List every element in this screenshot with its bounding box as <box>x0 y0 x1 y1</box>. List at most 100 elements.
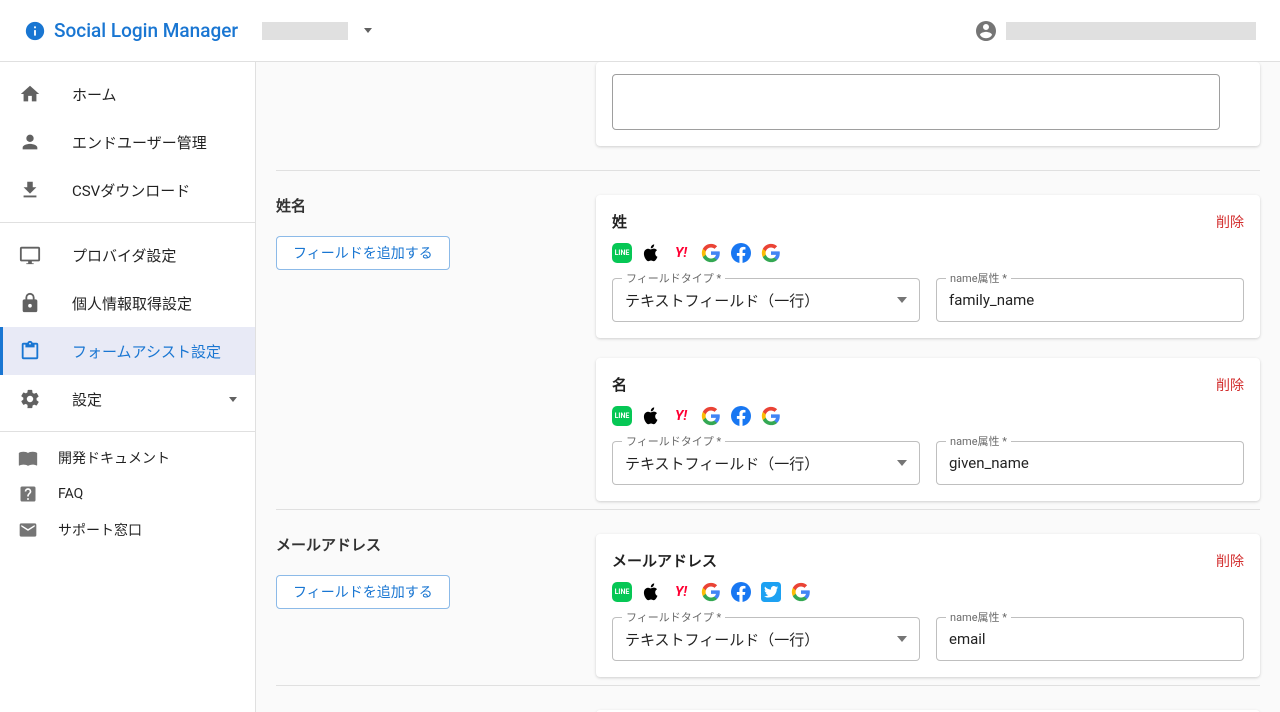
yahoo-icon: Y! <box>670 581 692 603</box>
tenant-switcher[interactable] <box>262 22 372 40</box>
add-field-button[interactable]: フィールドを追加する <box>276 575 450 609</box>
mail-icon <box>18 520 38 540</box>
chevron-down-icon <box>897 460 907 466</box>
field-label: name属性 * <box>946 609 1011 625</box>
select-value: テキストフィールド（一行） <box>625 290 819 311</box>
apple-icon <box>640 405 662 427</box>
text-input[interactable] <box>612 74 1220 130</box>
google-icon <box>700 242 722 264</box>
google-icon <box>700 581 722 603</box>
google-icon <box>790 581 812 603</box>
sidebar-item-label: 個人情報取得設定 <box>72 293 237 314</box>
sidebar-item-pii[interactable]: 個人情報取得設定 <box>0 279 255 327</box>
card-title: メールアドレス <box>612 550 717 571</box>
tenant-name-placeholder <box>262 22 348 40</box>
facebook-icon <box>730 405 752 427</box>
chevron-down-icon <box>897 297 907 303</box>
sidebar-item-label: エンドユーザー管理 <box>72 132 237 153</box>
account-circle-icon <box>974 19 998 43</box>
delete-button[interactable]: 削除 <box>1216 375 1244 395</box>
name-attr-input[interactable]: name属性 * email <box>936 617 1244 661</box>
help-icon <box>18 484 38 504</box>
line-icon: LINE <box>612 582 632 602</box>
monitor-icon <box>18 243 42 267</box>
google-icon <box>700 405 722 427</box>
sidebar-item-label: プロバイダ設定 <box>72 245 237 266</box>
card-title: 名 <box>612 374 627 395</box>
google-icon <box>760 405 782 427</box>
field-card-family-name: 姓 削除 LINE Y! フィールドタイプ * テキストフィールド（一行） nam… <box>596 195 1260 338</box>
section-title: メールアドレス <box>276 534 596 555</box>
apple-icon <box>640 242 662 264</box>
lock-icon <box>18 291 42 315</box>
sidebar-item-label: ホーム <box>72 84 237 105</box>
line-icon: LINE <box>612 243 632 263</box>
sidebar-item-provider[interactable]: プロバイダ設定 <box>0 231 255 279</box>
sidebar-item-faq[interactable]: FAQ <box>0 476 255 512</box>
sidebar-item-label: サポート窓口 <box>58 520 237 540</box>
sidebar-item-formassist[interactable]: フォームアシスト設定 <box>0 327 255 375</box>
field-label: フィールドタイプ * <box>622 270 725 286</box>
select-value: テキストフィールド（一行） <box>625 629 819 650</box>
sidebar-item-support[interactable]: サポート窓口 <box>0 512 255 548</box>
home-icon <box>18 82 42 106</box>
sidebar-item-label: CSVダウンロード <box>72 180 237 201</box>
sidebar: ホーム エンドユーザー管理 CSVダウンロード プロバイダ設定 個人情報取得設定 <box>0 62 256 712</box>
sidebar-item-csv[interactable]: CSVダウンロード <box>0 166 255 214</box>
select-value: テキストフィールド（一行） <box>625 453 819 474</box>
app-title: Social Login Manager <box>54 19 238 42</box>
input-value: given_name <box>949 454 1029 472</box>
name-attr-input[interactable]: name属性 * family_name <box>936 278 1244 322</box>
field-type-select[interactable]: フィールドタイプ * テキストフィールド（一行） <box>612 278 920 322</box>
chevron-down-icon <box>897 636 907 642</box>
field-type-select[interactable]: フィールドタイプ * テキストフィールド（一行） <box>612 617 920 661</box>
user-menu[interactable] <box>974 19 1256 43</box>
sidebar-item-label: 開発ドキュメント <box>58 448 237 468</box>
facebook-icon <box>730 242 752 264</box>
section-name: 姓名 フィールドを追加する 姓 削除 LINE Y! フィールドタイプ * テキス… <box>276 170 1260 509</box>
apple-icon <box>640 581 662 603</box>
person-icon <box>18 130 42 154</box>
chevron-down-icon <box>364 28 372 33</box>
chevron-down-icon <box>229 397 237 402</box>
field-card-email: メールアドレス 削除 LINE Y! フィールドタイプ * テキストフィールド（一… <box>596 534 1260 677</box>
sidebar-item-endusers[interactable]: エンドユーザー管理 <box>0 118 255 166</box>
google-icon <box>760 242 782 264</box>
provider-icons: LINE Y! <box>612 242 1244 264</box>
info-icon <box>24 20 46 42</box>
sidebar-item-settings[interactable]: 設定 <box>0 375 255 423</box>
field-label: フィールドタイプ * <box>622 609 725 625</box>
header-brand[interactable]: Social Login Manager <box>24 19 238 42</box>
field-card-given-name: 名 削除 LINE Y! フィールドタイプ * テキストフィールド（一行） nam… <box>596 358 1260 501</box>
add-field-button[interactable]: フィールドを追加する <box>276 236 450 270</box>
card-title: 姓 <box>612 211 627 232</box>
book-icon <box>18 448 38 468</box>
section-next <box>276 685 1260 712</box>
field-label: name属性 * <box>946 270 1011 286</box>
section-title: 姓名 <box>276 195 596 216</box>
twitter-icon <box>760 581 782 603</box>
user-name-placeholder <box>1006 22 1256 40</box>
previous-field-card <box>596 62 1260 146</box>
nav-group-3: 開発ドキュメント FAQ サポート窓口 <box>0 432 255 556</box>
section-email: メールアドレス フィールドを追加する メールアドレス 削除 LINE Y! フィー… <box>276 509 1260 685</box>
provider-icons: LINE Y! <box>612 405 1244 427</box>
delete-button[interactable]: 削除 <box>1216 551 1244 571</box>
line-icon: LINE <box>612 406 632 426</box>
field-label: フィールドタイプ * <box>622 433 725 449</box>
input-value: family_name <box>949 291 1034 309</box>
sidebar-item-label: 設定 <box>72 389 199 410</box>
gear-icon <box>18 387 42 411</box>
sidebar-item-devdocs[interactable]: 開発ドキュメント <box>0 440 255 476</box>
sidebar-item-home[interactable]: ホーム <box>0 70 255 118</box>
delete-button[interactable]: 削除 <box>1216 212 1244 232</box>
input-value: email <box>949 630 986 648</box>
clipboard-icon <box>18 339 42 363</box>
name-attr-input[interactable]: name属性 * given_name <box>936 441 1244 485</box>
main-content: 姓名 フィールドを追加する 姓 削除 LINE Y! フィールドタイプ * テキス… <box>256 62 1280 712</box>
facebook-icon <box>730 581 752 603</box>
yahoo-icon: Y! <box>670 242 692 264</box>
sidebar-item-label: フォームアシスト設定 <box>72 341 237 362</box>
field-type-select[interactable]: フィールドタイプ * テキストフィールド（一行） <box>612 441 920 485</box>
yahoo-icon: Y! <box>670 405 692 427</box>
